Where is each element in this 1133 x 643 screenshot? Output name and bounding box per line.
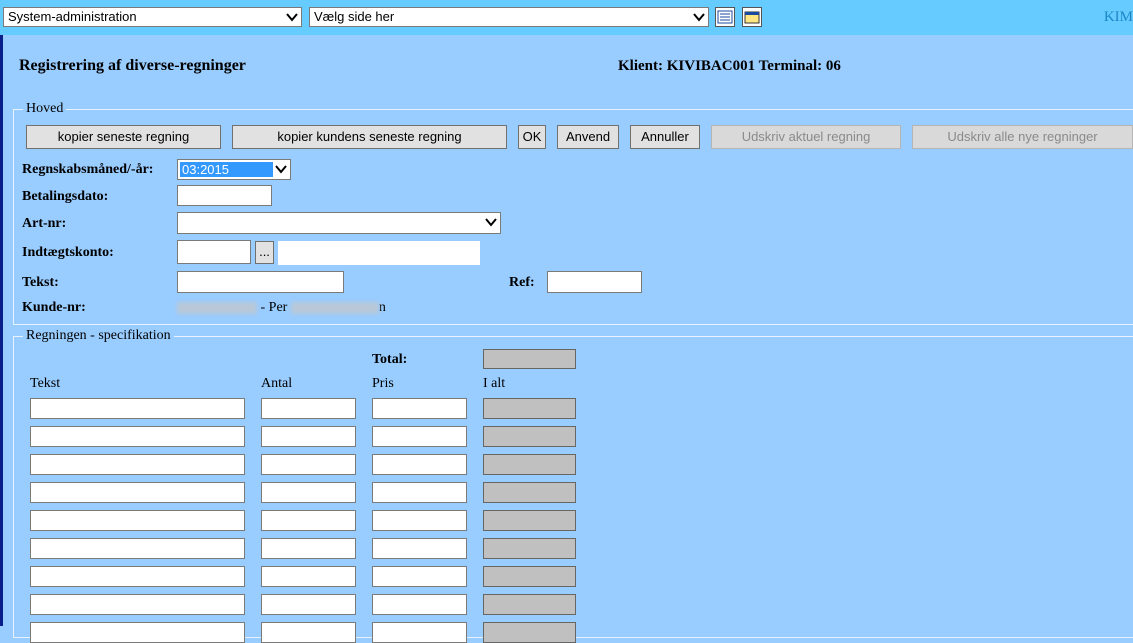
row-quantity-input[interactable] <box>261 426 356 447</box>
row-quantity-input[interactable] <box>261 398 356 419</box>
art-select[interactable] <box>177 212 501 234</box>
income-account-label: Indtægtskonto: <box>22 245 114 260</box>
chevron-down-icon <box>693 13 705 22</box>
chevron-down-icon <box>275 165 287 174</box>
income-account-name <box>278 241 480 265</box>
row-text-input[interactable] <box>30 594 245 615</box>
redacted-customer-name <box>290 301 379 314</box>
customer-info: - Per n <box>177 300 386 316</box>
period-select[interactable]: 03:2015 <box>177 159 291 180</box>
row-quantity-input[interactable] <box>261 622 356 643</box>
row-price-input[interactable] <box>372 594 467 615</box>
col-header-pris: Pris <box>372 376 394 391</box>
row-text-input[interactable] <box>30 482 245 503</box>
text-input[interactable] <box>177 271 344 293</box>
income-account-lookup-button[interactable]: ... <box>255 241 274 264</box>
cancel-button[interactable]: Annuller <box>630 125 700 149</box>
row-price-input[interactable] <box>372 510 467 531</box>
row-price-input[interactable] <box>372 426 467 447</box>
row-quantity-input[interactable] <box>261 594 356 615</box>
total-field <box>483 349 576 369</box>
page-select[interactable]: Vælg side her <box>309 7 709 27</box>
row-quantity-input[interactable] <box>261 510 356 531</box>
customer-number-label: Kunde-nr: <box>22 300 86 315</box>
customer-name-prefix: - Per <box>260 300 288 315</box>
page-select-value: Vælg side her <box>314 9 395 24</box>
row-text-input[interactable] <box>30 622 245 643</box>
row-price-input[interactable] <box>372 538 467 559</box>
page-title: Registrering af diverse-regninger <box>19 57 246 74</box>
row-text-input[interactable] <box>30 454 245 475</box>
row-text-input[interactable] <box>30 566 245 587</box>
row-total-field <box>483 454 576 475</box>
redacted-customer-number <box>177 301 257 314</box>
chevron-down-icon <box>286 13 298 22</box>
paydate-label: Betalingsdato: <box>22 189 109 204</box>
chevron-down-icon <box>485 218 497 227</box>
ref-input[interactable] <box>547 271 642 293</box>
period-label: Regnskabsmåned/-år: <box>22 162 154 177</box>
row-text-input[interactable] <box>30 538 245 559</box>
period-select-value: 03:2015 <box>180 162 273 177</box>
apply-button[interactable]: Anvend <box>557 125 619 149</box>
menu-select[interactable]: System-administration <box>3 7 302 27</box>
row-price-input[interactable] <box>372 454 467 475</box>
row-quantity-input[interactable] <box>261 566 356 587</box>
total-label: Total: <box>372 352 408 367</box>
art-label: Art-nr: <box>22 216 67 231</box>
window-icon <box>744 11 760 24</box>
row-total-field <box>483 398 576 419</box>
customer-name-suffix: n <box>378 300 386 315</box>
brand-text: KIM <box>1103 9 1133 25</box>
list-icon <box>717 10 733 24</box>
menu-select-value: System-administration <box>8 9 137 24</box>
ref-label: Ref: <box>509 275 535 290</box>
paydate-input[interactable] <box>177 185 272 206</box>
col-header-antal: Antal <box>261 376 293 391</box>
copy-customer-latest-invoice-button[interactable]: kopier kundens seneste regning <box>232 125 507 149</box>
row-total-field <box>483 594 576 615</box>
print-all-new-invoices-button[interactable]: Udskriv alle nye regninger <box>912 125 1133 149</box>
col-header-tekst: Tekst <box>30 376 61 391</box>
list-view-button[interactable] <box>715 7 735 27</box>
row-quantity-input[interactable] <box>261 538 356 559</box>
income-account-input[interactable] <box>177 240 251 264</box>
row-text-input[interactable] <box>30 398 245 419</box>
window-button[interactable] <box>742 7 762 27</box>
row-total-field <box>483 510 576 531</box>
row-text-input[interactable] <box>30 510 245 531</box>
specification-legend: Regningen - specifikation <box>23 328 174 344</box>
row-total-field <box>483 482 576 503</box>
top-toolbar: System-administration Vælg side her KIM <box>0 0 1133 35</box>
col-header-i-alt: I alt <box>483 376 506 391</box>
row-total-field <box>483 566 576 587</box>
left-edge-bar <box>0 35 3 626</box>
row-quantity-input[interactable] <box>261 454 356 475</box>
print-current-invoice-button[interactable]: Udskriv aktuel regning <box>711 125 901 149</box>
row-total-field <box>483 538 576 559</box>
row-price-input[interactable] <box>372 622 467 643</box>
row-price-input[interactable] <box>372 398 467 419</box>
row-text-input[interactable] <box>30 426 245 447</box>
hoved-legend: Hoved <box>23 101 67 117</box>
row-quantity-input[interactable] <box>261 482 356 503</box>
ok-button[interactable]: OK <box>518 125 546 149</box>
row-price-input[interactable] <box>372 482 467 503</box>
copy-latest-invoice-button[interactable]: kopier seneste regning <box>26 125 221 149</box>
row-total-field <box>483 426 576 447</box>
client-terminal-info: Klient: KIVIBAC001 Terminal: 06 <box>618 58 841 74</box>
row-total-field <box>483 622 576 643</box>
row-price-input[interactable] <box>372 566 467 587</box>
text-label: Tekst: <box>22 275 59 290</box>
